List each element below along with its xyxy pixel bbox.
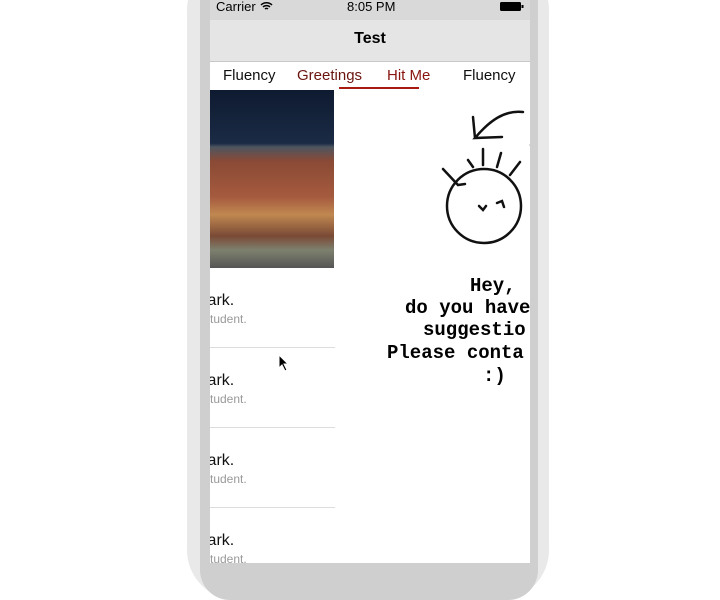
- selected-tab-indicator: [339, 87, 419, 89]
- status-bar: Carrier 8:05 PM: [210, 0, 530, 20]
- item-title: lark.: [210, 372, 235, 389]
- message-line: Hey,: [470, 275, 516, 297]
- item-subtitle: student.: [210, 392, 247, 406]
- tab-fluency-2[interactable]: Fluency: [463, 67, 516, 84]
- item-title: lark.: [210, 452, 235, 469]
- divider: [210, 347, 335, 348]
- message-line: Please conta: [387, 342, 524, 364]
- carrier-label: Carrier: [216, 0, 256, 14]
- message-line: do you have: [405, 297, 530, 319]
- phone-screen: Carrier 8:05 PM Test Fluency Greetings H…: [210, 0, 530, 563]
- divider: [210, 427, 335, 428]
- tab-greetings[interactable]: Greetings: [297, 67, 362, 84]
- item-subtitle: student.: [210, 552, 247, 563]
- item-title: lark.: [210, 532, 235, 549]
- mouse-cursor-icon: [278, 354, 290, 372]
- cartoon-image: [210, 90, 334, 268]
- face-doodle-icon: [441, 110, 530, 245]
- tab-hit-me[interactable]: Hit Me: [387, 67, 430, 84]
- wifi-icon: [260, 2, 273, 10]
- item-subtitle: student.: [210, 312, 247, 326]
- message-line: suggestio: [423, 319, 526, 341]
- tab-fluency[interactable]: Fluency: [223, 67, 276, 84]
- tab-bar: Fluency Greetings Hit Me Fluency: [210, 62, 530, 90]
- battery-icon: [500, 2, 524, 11]
- item-title: lark.: [210, 292, 235, 309]
- navigation-bar: Test: [210, 14, 530, 62]
- item-subtitle: student.: [210, 472, 247, 486]
- message-line: :): [483, 365, 506, 387]
- page-title: Test: [354, 30, 386, 47]
- divider: [210, 507, 335, 508]
- status-time: 8:05 PM: [347, 0, 396, 14]
